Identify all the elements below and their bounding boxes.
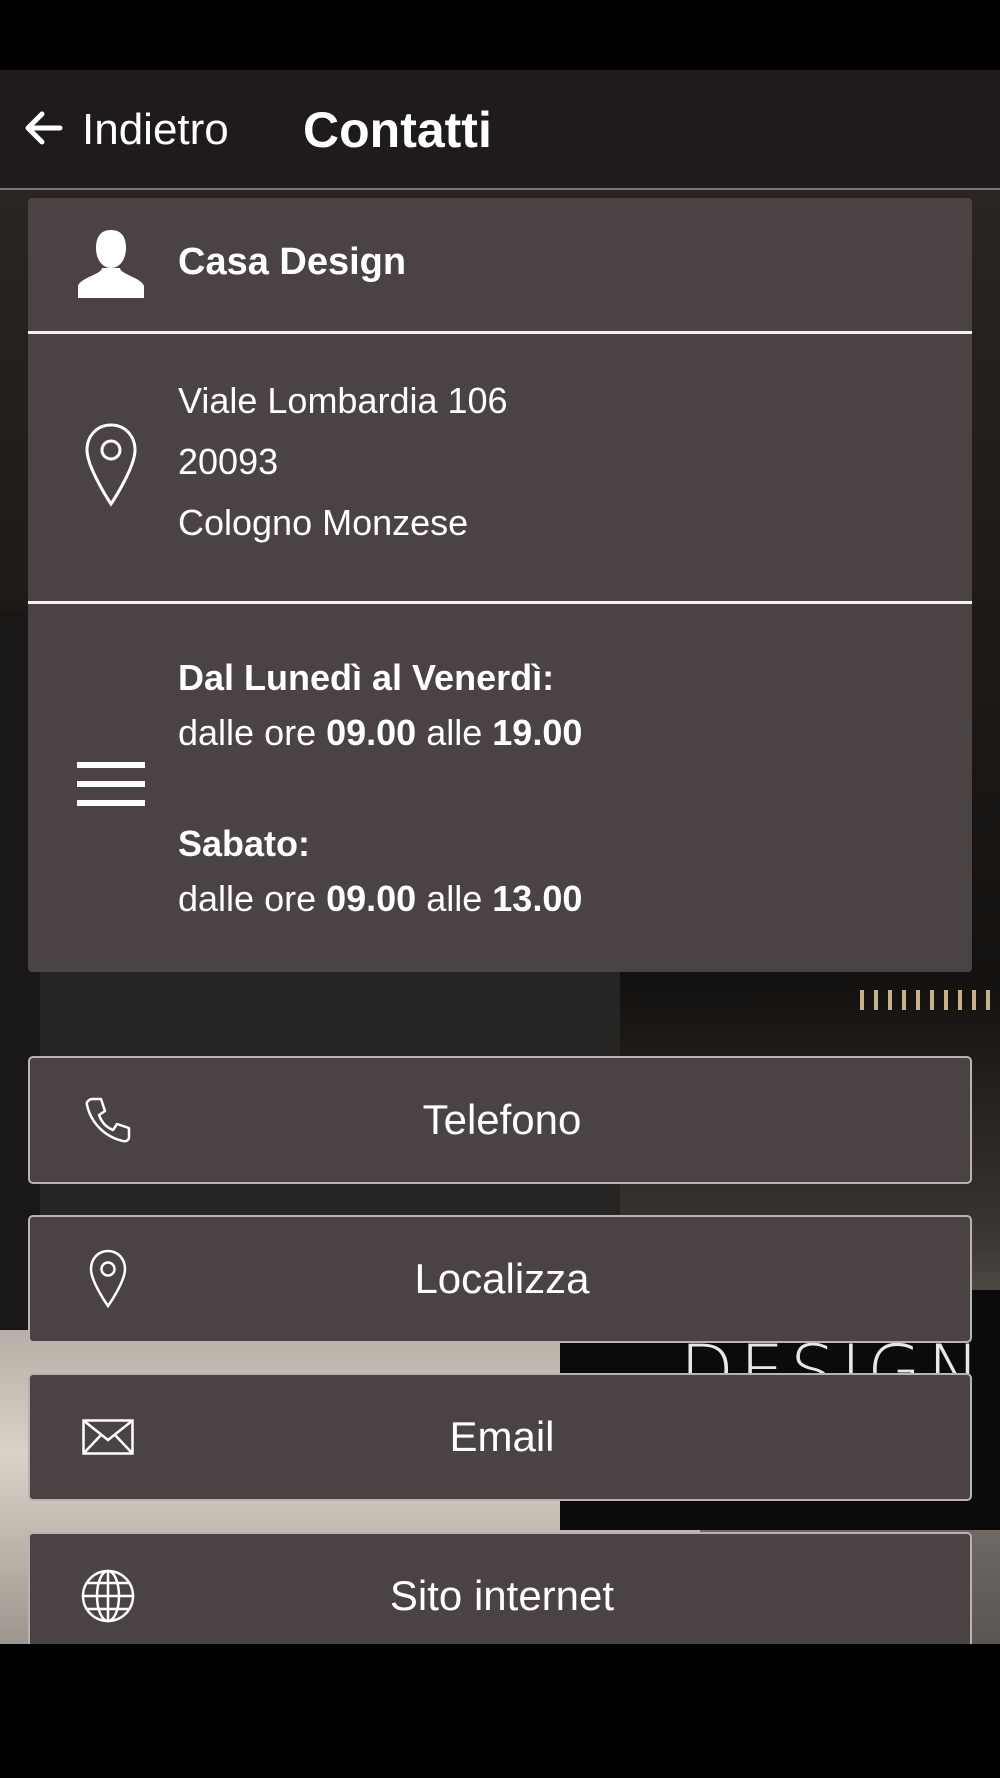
website-button-label: Sito internet <box>389 1572 615 1619</box>
address-postal-code: 20093 <box>178 441 279 482</box>
locate-button[interactable]: Localizza <box>28 1215 972 1343</box>
contact-info-card: Casa Design Viale Lombardia 106 20093 Co… <box>28 198 972 972</box>
back-button[interactable]: Indietro <box>20 94 229 166</box>
address-city: Cologno Monzese <box>178 502 469 543</box>
weekday-label: Dal Lunedì al Venerdì: <box>178 657 555 698</box>
menu-lines-icon <box>68 760 154 816</box>
saturday-hours: dalle ore 09.00 alle 13.00 <box>178 878 583 919</box>
opening-hours-row: Dal Lunedì al Venerdì: dalle ore 09.00 a… <box>28 604 972 972</box>
company-name-row: Casa Design <box>28 198 972 334</box>
arrow-left-icon <box>20 104 68 157</box>
saturday-label: Sabato: <box>178 823 311 864</box>
page-title: Contatti <box>303 102 492 158</box>
map-pin-icon <box>68 422 154 508</box>
phone-button-label: Telefono <box>422 1096 582 1143</box>
status-bar <box>0 0 1000 70</box>
address-row: Viale Lombardia 106 20093 Cologno Monzes… <box>28 334 972 604</box>
back-label: Indietro <box>82 105 229 154</box>
email-button[interactable]: Email <box>28 1373 972 1501</box>
website-button[interactable]: Sito internet <box>28 1532 972 1644</box>
weekday-hours: dalle ore 09.00 alle 19.00 <box>178 712 583 753</box>
navigation-bar <box>0 1644 1000 1778</box>
phone-button[interactable]: Telefono <box>28 1056 972 1184</box>
email-button-label: Email <box>449 1413 555 1460</box>
app-bar: Indietro Contatti <box>0 70 1000 190</box>
address-street: Viale Lombardia 106 <box>178 380 508 421</box>
locate-button-label: Localizza <box>414 1255 590 1302</box>
company-name: Casa Design <box>178 241 407 283</box>
person-icon <box>68 228 154 300</box>
